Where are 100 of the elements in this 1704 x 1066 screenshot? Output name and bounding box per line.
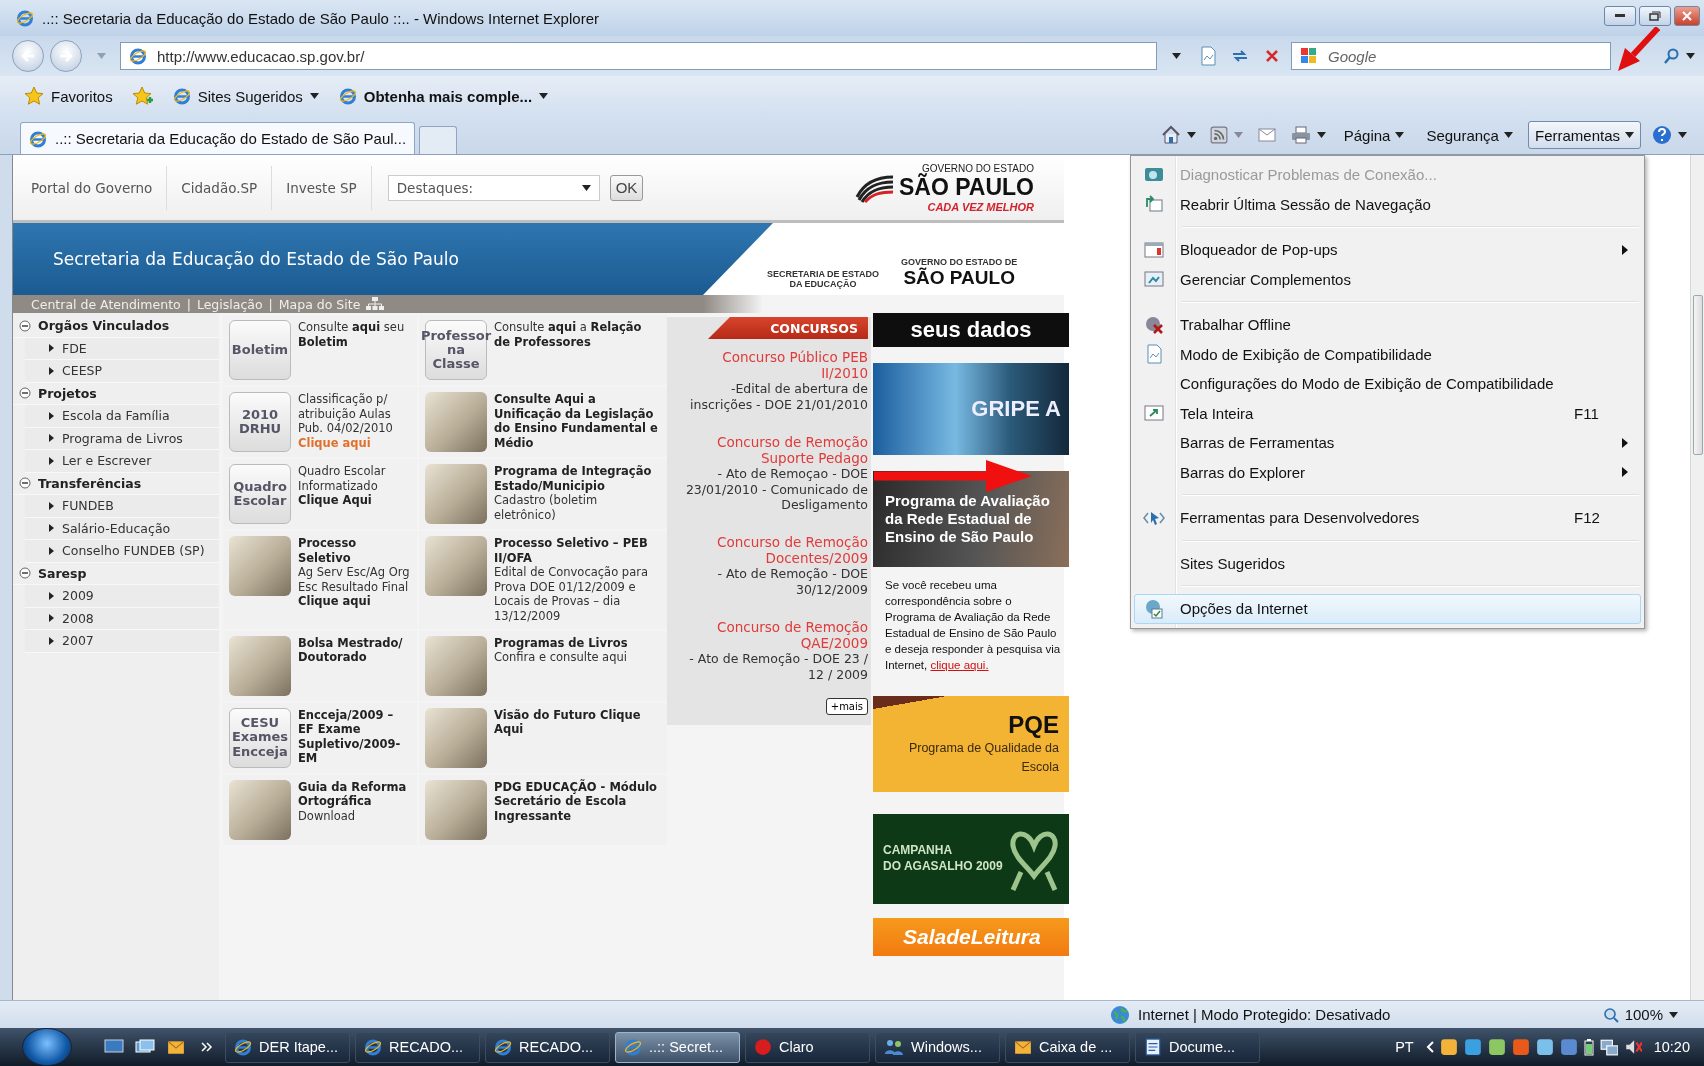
favorites-button[interactable]: Favoritos bbox=[20, 84, 117, 108]
taskbar-button[interactable]: Docume... bbox=[1135, 1031, 1260, 1063]
command-menu-button[interactable]: Ferramentas bbox=[1527, 121, 1641, 149]
taskbar-button[interactable]: ..:: Secret... bbox=[615, 1031, 740, 1063]
scrollbar-thumb[interactable] bbox=[1692, 295, 1703, 455]
sidebar-item[interactable]: 2007 bbox=[25, 630, 219, 653]
close-button[interactable] bbox=[1674, 6, 1700, 26]
search-input[interactable]: Google bbox=[1326, 46, 1602, 66]
menu-item[interactable]: Barras do Explorer bbox=[1134, 457, 1641, 487]
collapse-icon[interactable] bbox=[19, 477, 31, 490]
survey-banner[interactable]: Programa de Avaliação da Rede Estadual de Ensino de São Paulo bbox=[873, 471, 1069, 567]
more-button[interactable]: +mais bbox=[825, 697, 868, 715]
chevron-left-icon[interactable] bbox=[1425, 1041, 1434, 1053]
taskbar-button[interactable]: DER Itape... bbox=[225, 1031, 350, 1063]
sidebar-group[interactable]: Transferências bbox=[38, 475, 142, 491]
top-nav-link[interactable]: Cidadão.SP bbox=[167, 165, 273, 210]
zoom-button[interactable]: 100% bbox=[1596, 1005, 1684, 1024]
image-text: na Classe bbox=[431, 342, 481, 372]
command-menu-button[interactable]: Página bbox=[1336, 121, 1412, 149]
sidebar-item[interactable]: FDE bbox=[25, 337, 219, 360]
highlights-dropdown[interactable]: Destaques: bbox=[387, 174, 600, 201]
account-banner[interactable]: seus dados bbox=[873, 313, 1069, 347]
search-icon bbox=[1664, 48, 1680, 64]
tile-text: Quadro Escolar Informatizado Clique Aqui bbox=[298, 464, 387, 508]
collapse-icon[interactable] bbox=[19, 319, 31, 332]
collapse-icon[interactable] bbox=[19, 387, 31, 400]
survey-link[interactable]: clique aqui. bbox=[930, 659, 989, 672]
address-field[interactable]: http://www.educacao.sp.gov.br/ bbox=[120, 42, 1157, 70]
pqe-banner[interactable]: PQE Programa de Qualidade da Escola bbox=[873, 695, 1069, 792]
language-indicator[interactable]: PT bbox=[1395, 1039, 1414, 1055]
envelope-icon bbox=[1257, 128, 1276, 142]
taskbar-button[interactable]: RECADO... bbox=[485, 1031, 610, 1063]
sidebar-item[interactable]: Salário-Educação bbox=[25, 517, 219, 540]
taskbar-button[interactable]: Caixa de ... bbox=[1005, 1031, 1130, 1063]
menu-item[interactable]: Gerenciar Complementos bbox=[1134, 264, 1641, 294]
sidebar-group[interactable]: Saresp bbox=[38, 565, 87, 581]
menu-item[interactable]: Ferramentas para Desenvolvedores F12 bbox=[1134, 503, 1641, 533]
sidebar-item[interactable]: Escola da Família bbox=[25, 405, 219, 428]
tray-icon[interactable] bbox=[1487, 1038, 1506, 1056]
favorites-bar-item[interactable]: Sites Sugeridos bbox=[168, 85, 323, 107]
windows-switch-icon bbox=[135, 1039, 155, 1055]
command-menu-button[interactable]: Segurança bbox=[1419, 121, 1520, 149]
tray-icon[interactable] bbox=[1511, 1038, 1530, 1056]
menu-item[interactable]: Sites Sugeridos bbox=[1134, 548, 1641, 578]
menu-item[interactable]: Trabalhar Offline bbox=[1134, 310, 1641, 340]
taskbar-button[interactable]: Windows... bbox=[875, 1031, 1000, 1063]
clock[interactable]: 10:20 bbox=[1653, 1039, 1690, 1055]
reopen-pages-icon bbox=[1144, 195, 1164, 214]
sidebar-item[interactable]: Ler e Escrever bbox=[25, 450, 219, 473]
menu-item[interactable]: Modo de Exibição de Compatibilidade bbox=[1134, 339, 1641, 369]
refresh-icon bbox=[1231, 48, 1249, 64]
logo-motto: CADA VEZ MELHOR bbox=[927, 200, 1034, 213]
top-nav-link[interactable]: Portal do Governo bbox=[17, 165, 168, 210]
maximize-button[interactable] bbox=[1639, 6, 1671, 26]
campaign-text: CAMPANHA DO AGASALHO 2009 bbox=[883, 842, 1003, 875]
menu-item[interactable]: Bloqueador de Pop-ups bbox=[1134, 235, 1641, 265]
pqe-title: PQE bbox=[1008, 710, 1059, 739]
contest-link[interactable]: Concurso Público PEB II/2010 bbox=[673, 349, 868, 382]
menu-item[interactable]: Barras de Ferramentas bbox=[1134, 428, 1641, 458]
collapse-icon[interactable] bbox=[19, 567, 31, 580]
search-provider-icon bbox=[1300, 47, 1318, 65]
flu-banner[interactable]: GRIPE A bbox=[873, 363, 1069, 455]
taskbar-button[interactable]: Claro bbox=[745, 1031, 870, 1063]
taskbar-button[interactable]: RECADO... bbox=[355, 1031, 480, 1063]
tray-icon[interactable] bbox=[1439, 1038, 1458, 1056]
start-button[interactable] bbox=[22, 1028, 72, 1066]
tile-text: Consulte aqui seu Boletim bbox=[298, 320, 406, 350]
photo-placeholder bbox=[229, 635, 291, 696]
sidebar-item[interactable]: 2009 bbox=[25, 585, 219, 608]
search-field[interactable]: Google bbox=[1291, 42, 1611, 70]
sidebar-item[interactable]: CEESP bbox=[25, 360, 219, 383]
minimize-button[interactable] bbox=[1604, 6, 1636, 26]
sidebar-item[interactable]: Conselho FUNDEB (SP) bbox=[25, 540, 219, 563]
favorites-bar-item[interactable]: Obtenha mais comple... bbox=[334, 85, 553, 107]
scrollbar[interactable] bbox=[1690, 155, 1704, 1000]
sidebar-item[interactable]: FUNDEB bbox=[25, 495, 219, 518]
menu-item[interactable]: Configurações do Modo de Exibição de Compatibilidade bbox=[1134, 369, 1641, 399]
caret-icon bbox=[1503, 132, 1513, 138]
menu-item[interactable]: Tela Inteira F11 bbox=[1134, 398, 1641, 428]
sidebar-group[interactable]: Projetos bbox=[38, 385, 97, 401]
star-icon bbox=[24, 86, 44, 106]
browser-logo-icon bbox=[29, 129, 47, 148]
menu-item[interactable]: Reabrir Última Sessão de Navegação bbox=[1134, 189, 1641, 219]
tray-icon[interactable] bbox=[1535, 1038, 1554, 1056]
image-text: Boletim bbox=[231, 342, 289, 358]
address-input[interactable]: http://www.educacao.sp.gov.br/ bbox=[155, 46, 1148, 66]
tray-icon[interactable] bbox=[1463, 1038, 1482, 1056]
image-text: Encceja bbox=[232, 744, 288, 759]
photo-placeholder bbox=[425, 464, 487, 524]
forward-arrow-icon bbox=[59, 50, 73, 62]
browser-tab[interactable]: ..:: Secretaria da Educação do Estado de São Paul... bbox=[20, 122, 415, 154]
logo-caption: GOVERNO DO ESTADO DE bbox=[901, 257, 1018, 267]
tray-icon[interactable] bbox=[1559, 1038, 1578, 1056]
top-nav-link[interactable]: Investe SP bbox=[272, 165, 372, 210]
campaign-banner[interactable]: CAMPANHA DO AGASALHO 2009 bbox=[873, 813, 1069, 904]
ok-button[interactable]: OK bbox=[609, 174, 644, 201]
sidebar-group[interactable]: Orgãos Vinculados bbox=[38, 318, 170, 334]
sidebar-item[interactable]: Programa de Livros bbox=[25, 427, 219, 450]
menu-item[interactable]: Opções da Internet bbox=[1134, 594, 1641, 624]
sidebar-item[interactable]: 2008 bbox=[25, 607, 219, 630]
